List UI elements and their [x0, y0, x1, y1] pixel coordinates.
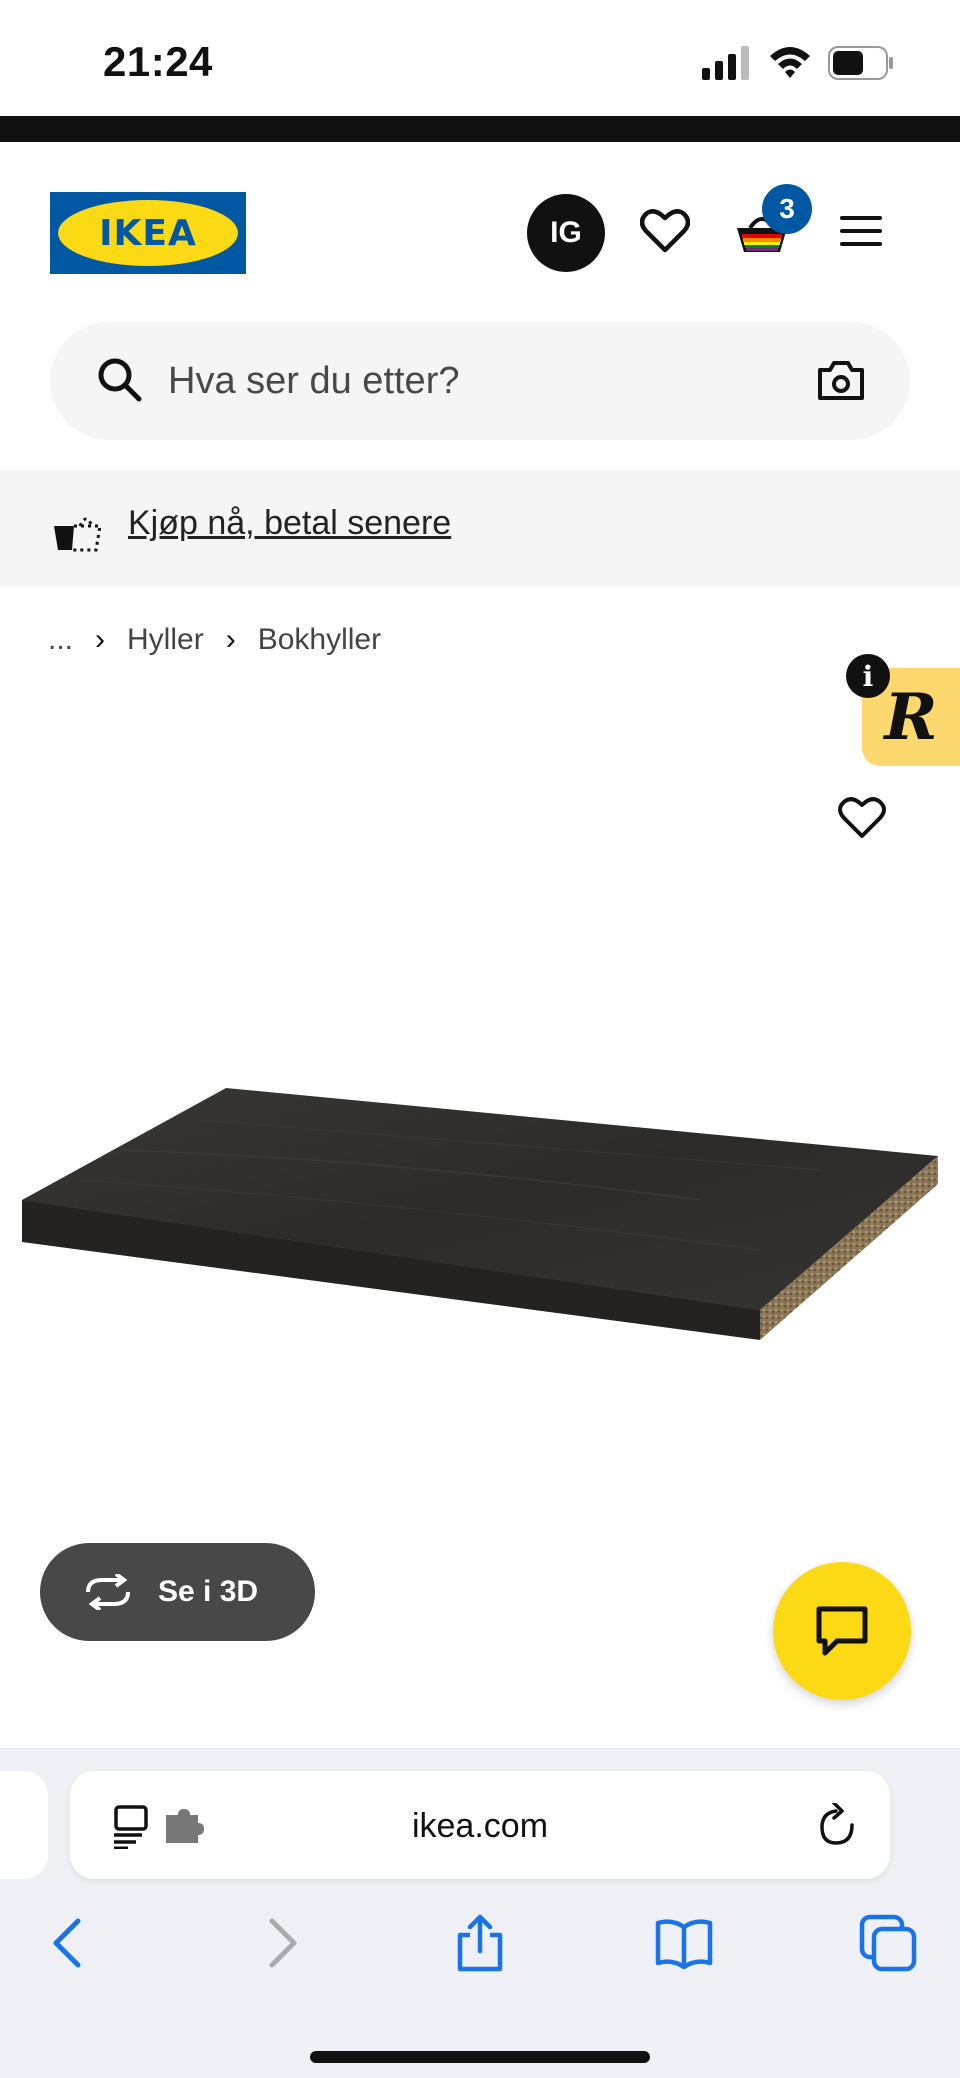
reload-icon[interactable]	[816, 1803, 860, 1849]
top-banner-strip	[0, 116, 960, 142]
battery-icon	[828, 46, 893, 80]
url-text: ikea.com	[411, 1807, 549, 1845]
view-in-3d-label: Se i 3D	[158, 1575, 259, 1608]
logo-text: IKEA	[99, 212, 197, 254]
camera-icon[interactable]	[816, 358, 866, 402]
view-in-3d-button[interactable]: Se i 3D	[40, 1543, 315, 1641]
chevron-right-icon: ›	[95, 623, 106, 656]
back-chevron-icon	[53, 1918, 81, 1968]
wifi-icon	[770, 47, 810, 78]
pay-later-banner: Kjøp nå, betal senere	[0, 470, 960, 587]
cellular-signal-icon	[702, 46, 749, 80]
search-icon	[98, 358, 142, 402]
favorite-product-heart-icon[interactable]	[838, 796, 886, 840]
bookmarks-button[interactable]	[648, 1907, 720, 1979]
breadcrumb: ... › Hyller › Bokhyller	[48, 620, 381, 660]
tabs-button[interactable]	[852, 1907, 924, 1979]
forward-button[interactable]	[244, 1907, 316, 1979]
status-time: 21:24	[103, 38, 213, 85]
rotate-3d-icon	[86, 1574, 130, 1610]
chevron-right-icon: ›	[225, 623, 236, 656]
ikea-logo[interactable]: IKEA	[50, 192, 246, 274]
product-image-shelf[interactable]	[0, 1050, 960, 1350]
account-avatar[interactable]: IG	[527, 194, 605, 272]
book-icon	[655, 1919, 713, 1970]
previous-tab-peek[interactable]	[0, 1771, 48, 1879]
breadcrumb-item-bokhyller[interactable]: Bokhyller	[258, 623, 381, 657]
heart-icon[interactable]	[640, 208, 690, 254]
chat-button[interactable]	[773, 1562, 911, 1700]
shopping-bag-dotted-icon	[54, 517, 102, 552]
status-bar: 21:24	[0, 0, 960, 116]
search-input[interactable]	[168, 322, 728, 440]
address-bar[interactable]: ikea.com	[70, 1771, 890, 1879]
site-header: IKEA IG 3	[0, 142, 960, 320]
side-widget-letter: R	[884, 679, 938, 755]
share-button[interactable]	[444, 1907, 516, 1979]
share-icon	[457, 1914, 503, 1972]
forward-chevron-icon	[269, 1918, 297, 1968]
cart-count-badge: 3	[762, 184, 812, 234]
back-button[interactable]	[34, 1907, 106, 1979]
tabs-icon	[859, 1914, 917, 1972]
browser-toolbar: ikea.com	[0, 1748, 960, 2078]
chat-icon	[816, 1606, 868, 1656]
hamburger-menu-icon[interactable]	[840, 214, 882, 248]
home-indicator	[310, 2051, 650, 2063]
breadcrumb-item-hyller[interactable]: Hyller	[127, 623, 204, 657]
logo-ellipse: IKEA	[58, 200, 238, 266]
breadcrumb-ellipsis[interactable]: ...	[48, 623, 73, 657]
pay-later-link[interactable]: Kjøp nå, betal senere	[128, 504, 451, 543]
info-icon[interactable]: i	[846, 654, 890, 698]
search-bar[interactable]	[50, 322, 910, 440]
